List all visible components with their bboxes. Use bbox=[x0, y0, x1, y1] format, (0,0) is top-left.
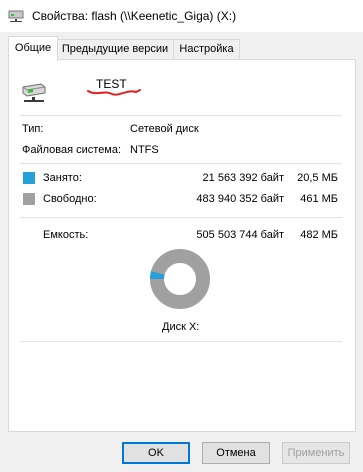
filesystem-label: Файловая система: bbox=[22, 144, 122, 156]
disk-usage-donut bbox=[149, 248, 211, 310]
window-title: Свойства: flash (\\Keenetic_Giga) (X:) bbox=[32, 9, 237, 23]
capacity-label: Емкость: bbox=[43, 229, 89, 241]
type-label: Тип: bbox=[22, 123, 44, 135]
capacity-human: 482 МБ bbox=[300, 229, 338, 241]
free-space-swatch bbox=[23, 193, 35, 205]
red-underline-scribble bbox=[86, 84, 142, 98]
tab-previous-versions[interactable]: Предыдущие версии bbox=[56, 39, 174, 60]
separator bbox=[20, 217, 342, 218]
separator bbox=[20, 163, 342, 164]
cancel-button[interactable]: Отмена bbox=[202, 442, 270, 464]
used-space-swatch bbox=[23, 172, 35, 184]
free-label: Свободно: bbox=[43, 193, 97, 205]
free-human: 461 МБ bbox=[300, 193, 338, 205]
capacity-bytes: 505 503 744 байт bbox=[196, 229, 284, 241]
apply-button[interactable]: Применить bbox=[282, 442, 350, 464]
drive-caption: Диск X: bbox=[162, 321, 200, 333]
tab-settings[interactable]: Настройка bbox=[173, 39, 240, 60]
type-value: Сетевой диск bbox=[130, 123, 199, 135]
separator bbox=[20, 115, 342, 116]
filesystem-value: NTFS bbox=[130, 144, 159, 156]
separator bbox=[20, 341, 342, 342]
network-drive-icon bbox=[21, 81, 47, 103]
tab-general[interactable]: Общие bbox=[8, 36, 58, 61]
free-bytes: 483 940 352 байт bbox=[196, 193, 284, 205]
ok-button[interactable]: OK bbox=[122, 442, 190, 464]
used-label: Занято: bbox=[43, 172, 82, 184]
network-drive-icon bbox=[8, 9, 24, 22]
used-bytes: 21 563 392 байт bbox=[202, 172, 284, 184]
used-human: 20,5 МБ bbox=[297, 172, 338, 184]
